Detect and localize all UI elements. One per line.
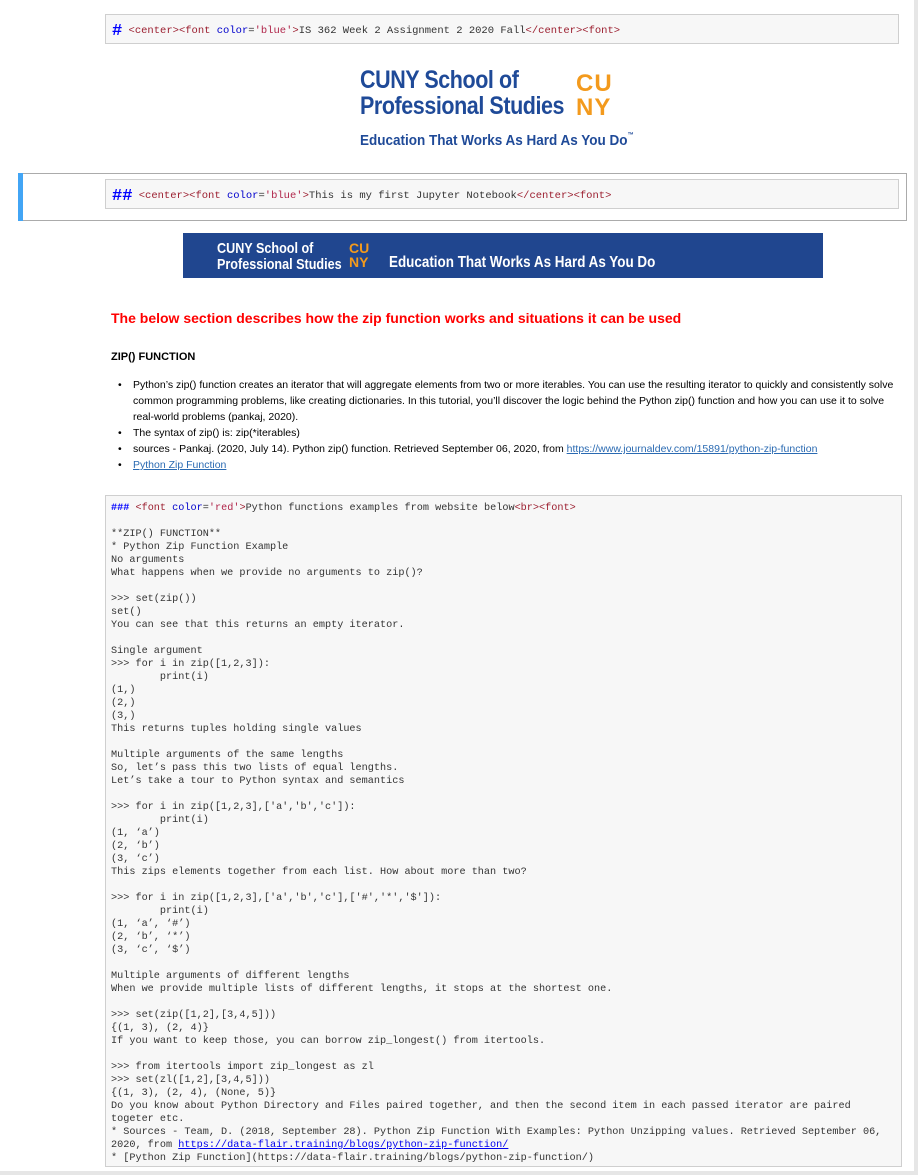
font-open-tag: <font (189, 190, 227, 202)
markdown-cell-title[interactable]: # <center><font color='blue'>IS 362 Week… (105, 14, 899, 44)
font-open-tag: <font (178, 25, 217, 37)
data-flair-link[interactable]: https://data-flair.training/blogs/python… (178, 1140, 508, 1151)
mark-cu: CU (576, 70, 613, 97)
tagline-text: Education That Works As Hard As You Do (360, 132, 628, 149)
font-close-tag: <font> (539, 503, 576, 514)
center-close-tag: </center> (525, 25, 583, 37)
br-tag: <br> (514, 503, 540, 514)
font-color-value: 'blue' (254, 25, 293, 37)
font-close-tag: <font> (582, 25, 621, 37)
page-scrollbar-track[interactable] (914, 0, 918, 1175)
banner-line1: CUNY School of (217, 240, 314, 257)
code-body: **ZIP() FUNCTION** * Python Zip Function… (111, 529, 882, 1151)
cell-subtitle-source: ## <center><font color='blue'>This is my… (112, 187, 611, 206)
trademark: ™ (627, 132, 634, 139)
markdown-cell-code-examples[interactable]: ### <font color='red'>Python functions e… (105, 495, 902, 1167)
zip-function-heading: ZIP() FUNCTION (111, 351, 196, 363)
center-close-tag: </center> (516, 190, 574, 202)
center-open-tag: <center> (128, 25, 179, 37)
font-color-value: 'red' (208, 503, 240, 514)
center-open-tag: <center> (138, 190, 190, 202)
bullet-text: sources - Pankaj. (2020, July 14). Pytho… (133, 443, 567, 455)
zip-bullet-list: Python’s zip() function creates an itera… (118, 377, 898, 473)
list-item: Python Zip Function (118, 457, 898, 473)
font-open-tag: <font (135, 503, 173, 514)
logo-line1: CUNY School of (360, 66, 519, 94)
heading-marker: ## (112, 187, 133, 206)
banner-tagline: Education That Works As Hard As You Do (389, 254, 656, 271)
logo-line2: Professional Studies (360, 92, 565, 120)
heading-marker: ### (111, 503, 130, 514)
bullet-text: Python’s zip() function creates an itera… (133, 379, 894, 423)
header-text: Python functions examples from website b… (245, 503, 515, 514)
section-heading: The below section describes how the zip … (111, 310, 682, 326)
subtitle-text: This is my first Jupyter Notebook (308, 190, 517, 202)
python-zip-function-link[interactable]: Python Zip Function (133, 459, 226, 471)
banner-mark-cu: CU (349, 240, 370, 256)
bullet-text: The syntax of zip() is: zip(*iterables) (133, 427, 300, 439)
logo-tagline: Education That Works As Hard As You Do™ (360, 132, 634, 149)
list-item: sources - Pankaj. (2020, July 14). Pytho… (118, 441, 898, 457)
journaldev-link[interactable]: https://www.journaldev.com/15891/python-… (567, 443, 818, 455)
markdown-cell-selected[interactable]: ## <center><font color='blue'>This is my… (18, 173, 907, 221)
heading-marker: # (112, 22, 123, 41)
banner-line2: Professional Studies (217, 256, 342, 273)
cuny-sps-banner: CUNY School of Professional Studies CU N… (183, 233, 823, 278)
banner-mark-ny: NY (349, 254, 369, 270)
cell-selection-bar (18, 173, 23, 221)
cell-title-source: # <center><font color='blue'>IS 362 Week… (112, 22, 620, 41)
mark-ny: NY (576, 94, 612, 121)
font-attr: color (216, 25, 249, 37)
font-color-value: 'blue' (264, 190, 303, 202)
font-attr: color (172, 503, 203, 514)
cell-editor[interactable]: ## <center><font color='blue'>This is my… (105, 179, 899, 209)
cuny-sps-logo: CUNY School of Professional Studies CU N… (356, 66, 646, 162)
font-attr: color (226, 190, 259, 202)
page-bottom-edge (0, 1171, 918, 1175)
list-item: The syntax of zip() is: zip(*iterables) (118, 425, 898, 441)
title-text: IS 362 Week 2 Assignment 2 2020 Fall (298, 25, 526, 37)
font-close-tag: <font> (573, 190, 612, 202)
list-item: Python’s zip() function creates an itera… (118, 377, 898, 425)
cuny-mark: CU NY (576, 72, 634, 122)
code-last-line: * [Python Zip Function](https://data-fla… (111, 1153, 594, 1164)
cell-source: ### <font color='red'>Python functions e… (111, 502, 881, 1165)
